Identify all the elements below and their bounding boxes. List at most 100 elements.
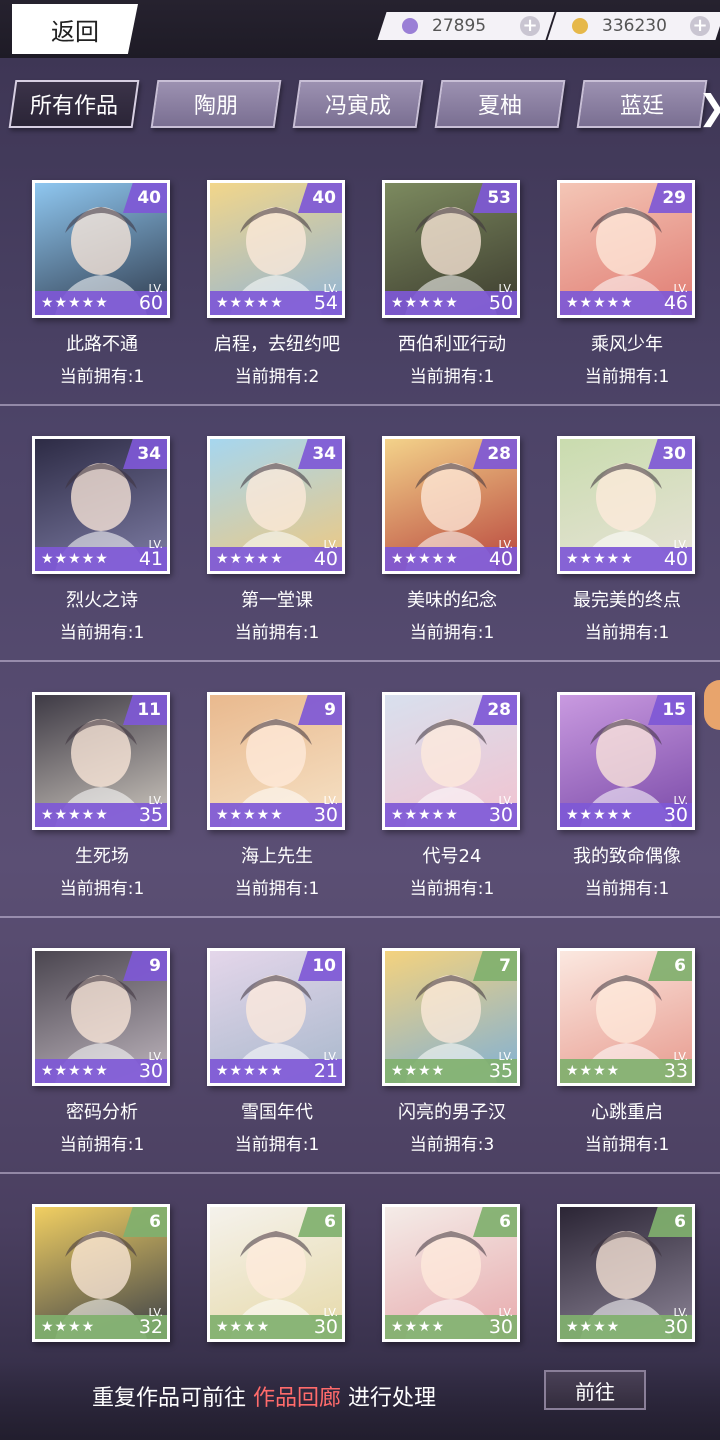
tab-all-works[interactable]: 所有作品	[8, 80, 140, 128]
card-rating-bar: ★★★★★ LV. 40	[210, 539, 342, 571]
character-portrait: 10 ★★★★★ LV. 21	[210, 951, 342, 1083]
card-owned-count: 当前拥有:1	[409, 623, 495, 643]
work-card[interactable]: 34 ★★★★★ LV. 40 第一堂课当前拥有:1	[207, 436, 357, 643]
chevron-right-icon[interactable]: ❯	[698, 88, 720, 128]
character-portrait: 40 ★★★★★ LV. 60	[35, 183, 167, 315]
character-portrait: 9 ★★★★★ LV. 30	[210, 695, 342, 827]
card-owned-count: 当前拥有:1	[409, 367, 495, 387]
card-title: 我的致命偶像	[573, 846, 681, 867]
character-portrait: 34 ★★★★★ LV. 41	[35, 439, 167, 571]
card-owned-count: 当前拥有:1	[234, 1135, 320, 1155]
card-level: LV. 35	[139, 795, 163, 825]
side-floating-icon[interactable]	[704, 680, 720, 730]
card-rating-bar: ★★★★★ LV. 54	[210, 283, 342, 315]
card-owned-count: 当前拥有:1	[584, 623, 670, 643]
tab-tao-peng[interactable]: 陶朋	[150, 80, 282, 128]
back-button[interactable]: 返回	[12, 4, 138, 54]
card-title: 代号24	[422, 846, 482, 867]
work-card[interactable]: 11 ★★★★★ LV. 35 生死场 当前拥有:1	[32, 692, 182, 899]
work-card[interactable]: 7 ★★★★ LV. 35 闪亮的男子汉 当前拥有:3	[382, 948, 532, 1155]
level-value: 33	[663, 1060, 688, 1082]
card-level: LV. 40	[314, 539, 338, 569]
card-title: 最完美的终点	[573, 590, 681, 611]
work-card[interactable]: 40 ★★★★★ LV. 60 此路不通 当前拥有:1	[32, 180, 182, 387]
level-value: 40	[488, 548, 513, 570]
diamond-icon	[402, 18, 418, 34]
gold-coin-icon	[572, 18, 588, 34]
level-value: 30	[663, 804, 688, 826]
card-owned-count: 当前拥有:3	[409, 1135, 495, 1155]
card-owned-count: 当前拥有:1	[584, 879, 670, 899]
level-value: 32	[138, 1316, 163, 1338]
card-owned-count: 当前拥有:1	[234, 623, 320, 643]
card-frame: 34 ★★★★★ LV. 40	[207, 436, 345, 574]
work-card[interactable]: 40 ★★★★★ LV. 54 启程，去纽约吧 当前拥有:2	[207, 180, 357, 387]
card-rating-bar: ★★★★★ LV. 30	[385, 795, 517, 827]
card-level: LV. 30	[139, 1051, 163, 1081]
tab-feng-yincheng[interactable]: 冯寅成	[292, 80, 424, 128]
goto-button[interactable]: 前往	[544, 1370, 646, 1410]
level-value: 30	[663, 1316, 688, 1338]
top-bar: 返回 27895 + 336230 +	[0, 0, 720, 58]
tab-label: 陶朋	[193, 94, 238, 119]
gallery-link[interactable]: 作品回廊	[253, 1386, 341, 1411]
tab-lan-ting[interactable]: 蓝廷	[576, 80, 708, 128]
card-frame: 29 ★★★★★ LV. 46	[557, 180, 695, 318]
card-level: LV. 46	[664, 283, 688, 313]
character-portrait: 6 ★★★★ LV. 33	[560, 951, 692, 1083]
diamond-balance: 27895 +	[377, 12, 555, 40]
card-frame: 6 ★★★★ LV. 33	[557, 948, 695, 1086]
card-rating-bar: ★★★★★ LV. 60	[35, 283, 167, 315]
card-level: LV. 21	[314, 1051, 338, 1081]
card-frame: 6 ★★★★ LV. 30	[382, 1204, 520, 1342]
tab-label: 冯寅成	[324, 94, 391, 119]
work-card[interactable]: 10 ★★★★★ LV. 21 雪国年代 当前拥有:1	[207, 948, 357, 1155]
card-owned-count: 当前拥有:2	[234, 367, 320, 387]
work-card[interactable]: 28 ★★★★★ LV. 40 美味的纪念 当前拥有:1	[382, 436, 532, 643]
work-card[interactable]: 6 ★★★★ LV. 33 心跳重启 当前拥有:1	[557, 948, 707, 1155]
card-frame: 15 ★★★★★ LV. 30	[557, 692, 695, 830]
level-value: 35	[138, 804, 163, 826]
card-title: 第一堂课	[241, 590, 313, 611]
tab-label: 所有作品	[29, 94, 118, 119]
work-card[interactable]: 9 ★★★★★ LV. 30 海上先生 当前拥有:1	[207, 692, 357, 899]
card-rating-bar: ★★★★★ LV. 41	[35, 539, 167, 571]
card-rating-bar: ★★★★ LV. 30	[210, 1307, 342, 1339]
work-card[interactable]: 6 ★★★★ LV. 30	[557, 1204, 707, 1342]
card-level: LV. 30	[489, 795, 513, 825]
card-level: LV. 33	[664, 1051, 688, 1081]
card-title: 密码分析	[66, 1102, 138, 1123]
card-frame: 28 ★★★★★ LV. 30	[382, 692, 520, 830]
card-title: 海上先生	[241, 846, 313, 867]
card-owned-count: 当前拥有:1	[409, 879, 495, 899]
card-rating-bar: ★★★★★ LV. 30	[560, 795, 692, 827]
work-card[interactable]: 6 ★★★★ LV. 30	[207, 1204, 357, 1342]
row-divider	[0, 660, 720, 662]
add-gold-button[interactable]: +	[690, 15, 710, 36]
tab-xia-you[interactable]: 夏柚	[434, 80, 566, 128]
card-rating-bar: ★★★★★ LV. 30	[35, 1051, 167, 1083]
work-card[interactable]: 29 ★★★★★ LV. 46 乘风少年 当前拥有:1	[557, 180, 707, 387]
work-card[interactable]: 28 ★★★★★ LV. 30 代号24 当前拥有:1	[382, 692, 532, 899]
work-card[interactable]: 30 ★★★★★ LV. 40 最完美的终点 当前拥有:1	[557, 436, 707, 643]
work-card[interactable]: 53 ★★★★★ LV. 50 西伯利亚行动 当前拥有:1	[382, 180, 532, 387]
card-owned-count: 当前拥有:1	[584, 1135, 670, 1155]
character-portrait: 40 ★★★★★ LV. 54	[210, 183, 342, 315]
add-diamond-button[interactable]: +	[520, 15, 540, 36]
card-rating-bar: ★★★★ LV. 33	[560, 1051, 692, 1083]
character-portrait: 11 ★★★★★ LV. 35	[35, 695, 167, 827]
character-portrait: 53 ★★★★★ LV. 50	[385, 183, 517, 315]
level-value: 30	[313, 804, 338, 826]
card-level: LV. 35	[489, 1051, 513, 1081]
card-rating-bar: ★★★★★ LV. 40	[560, 539, 692, 571]
work-card[interactable]: 6 ★★★★ LV. 32	[32, 1204, 182, 1342]
card-level: LV. 30	[489, 1307, 513, 1337]
work-card[interactable]: 6 ★★★★ LV. 30	[382, 1204, 532, 1342]
work-card[interactable]: 15 ★★★★★ LV. 30 我的致命偶像 当前拥有:1	[557, 692, 707, 899]
card-level: LV. 30	[664, 795, 688, 825]
work-card[interactable]: 34 ★★★★★ LV. 41 烈火之诗 当前拥有:1	[32, 436, 182, 643]
card-title: 此路不通	[66, 334, 138, 355]
work-card[interactable]: 9 ★★★★★ LV. 30 密码分析 当前拥有:1	[32, 948, 182, 1155]
gold-balance: 336230 +	[547, 12, 720, 40]
level-value: 54	[313, 292, 338, 314]
